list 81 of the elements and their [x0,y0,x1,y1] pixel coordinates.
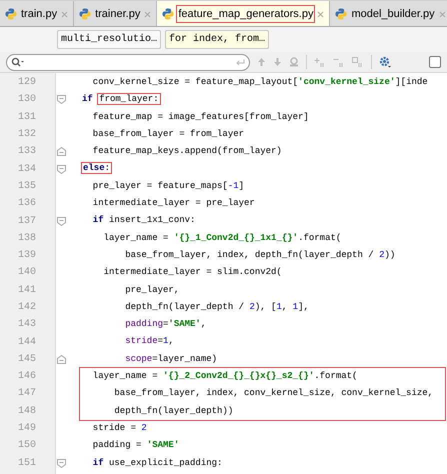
line-number: 140 [16,266,36,280]
arrow-up-icon[interactable] [257,57,266,67]
code-line: if use_explicit_padding: [92,456,224,470]
python-file-icon [5,8,17,20]
settings-icon[interactable] [379,56,391,68]
code-line: stride = 2 [92,422,148,435]
code-line: feature_map = image_features[from_layer] [92,110,310,124]
code-line: stride=1, [124,335,175,348]
editor-tab[interactable]: feature_map_generators.py [157,1,330,26]
line-number: 146 [16,370,36,384]
editor-tab[interactable]: trainer.py [74,1,158,26]
python-file-icon [79,8,92,20]
code-line: padding = 'SAME' [92,439,180,452]
line-number: 133 [16,145,36,160]
tab-label: trainer.py [94,6,142,22]
line-number: 139 [16,249,36,264]
line-number: 150 [16,439,36,454]
close-icon[interactable] [317,10,324,18]
remove-occurrence-icon[interactable] [333,57,345,67]
close-icon[interactable] [144,10,152,18]
line-number: 143 [16,318,36,332]
fold-marker-icon[interactable] [57,95,66,104]
code-line: else: [82,162,112,176]
code-line: layer_name = '{}_2_Conv2d_{}_{}x{}_s2_{}'.format( [92,370,358,384]
line-number: 131 [16,110,36,125]
code-line: if insert_1x1_conv: [92,214,196,228]
find-icon[interactable] [289,57,299,67]
line-number: 138 [16,232,36,246]
fold-marker-icon[interactable] [57,216,66,226]
breadcrumb[interactable]: for index, from… [165,30,270,49]
enter-icon [236,58,245,66]
code-line: base_from_layer, index, conv_kernel_size, conv_kernel_size, [113,387,434,400]
code-line: intermediate_layer = slim.conv2d( [102,266,283,280]
tab-label: model_builder.py [350,6,436,22]
match-case-checkbox[interactable] [429,56,441,68]
editor-tab[interactable]: train.py [0,1,74,26]
line-number: 136 [16,197,36,212]
code-line: base_from_layer = from_layer [92,128,246,141]
line-number: 151 [16,456,36,471]
fold-marker-icon[interactable] [57,354,66,364]
line-number: 132 [16,128,36,142]
close-icon[interactable] [61,10,68,18]
code-line: padding='SAME', [124,318,208,332]
tab-label: feature_map_generators.py [177,6,314,22]
line-number: 144 [16,336,36,350]
python-file-icon [162,8,174,20]
line-number: 134 [16,162,36,177]
line-number: 147 [16,387,36,402]
fold-marker-icon[interactable] [57,147,66,156]
line-number: 129 [16,76,36,90]
python-file-icon [335,8,348,20]
line-number: 137 [16,214,36,229]
line-number: 145 [16,352,36,367]
line-number: 130 [16,93,36,108]
arrow-down-icon[interactable] [273,57,282,67]
code-line: intermediate_layer = pre_layer [92,197,256,210]
code-line: layer_name = '{}_1_Conv2d_{}_1x1_{}'.format( [102,232,342,245]
code-line: depth_fn(layer_depth / 2), [1, 1], [124,300,310,314]
line-number: 142 [16,301,36,315]
close-icon[interactable] [438,10,446,18]
code-line: scope=layer_name) [124,352,218,366]
add-occurrence-icon[interactable] [314,57,326,67]
line-number: 149 [16,422,36,436]
breadcrumb[interactable]: multi_resolutio… [57,30,162,49]
fold-marker-icon[interactable] [57,164,66,174]
search-icon [11,57,25,67]
tab-label: train.py [20,6,58,22]
code-line: pre_layer = feature_maps[-1] [92,180,246,193]
code-line: pre_layer, [124,284,180,297]
code-line: if from_layer: [82,93,161,106]
line-number: 141 [16,284,36,298]
line-number: 135 [16,180,36,194]
code-line: conv_kernel_size = feature_map_layout['conv_kernel_size'][inde [92,76,429,89]
search-field[interactable] [6,54,250,70]
code-line: depth_fn(layer_depth)) [113,404,234,418]
fold-marker-icon[interactable] [57,458,66,468]
editor-tab[interactable]: model_builder.py [330,1,447,26]
line-number: 148 [16,404,36,419]
code-line: feature_map_keys.append(from_layer) [92,145,283,158]
code-line: base_from_layer, index, depth_fn(layer_depth / 2)) [124,248,396,262]
select-all-icon[interactable] [352,57,364,67]
